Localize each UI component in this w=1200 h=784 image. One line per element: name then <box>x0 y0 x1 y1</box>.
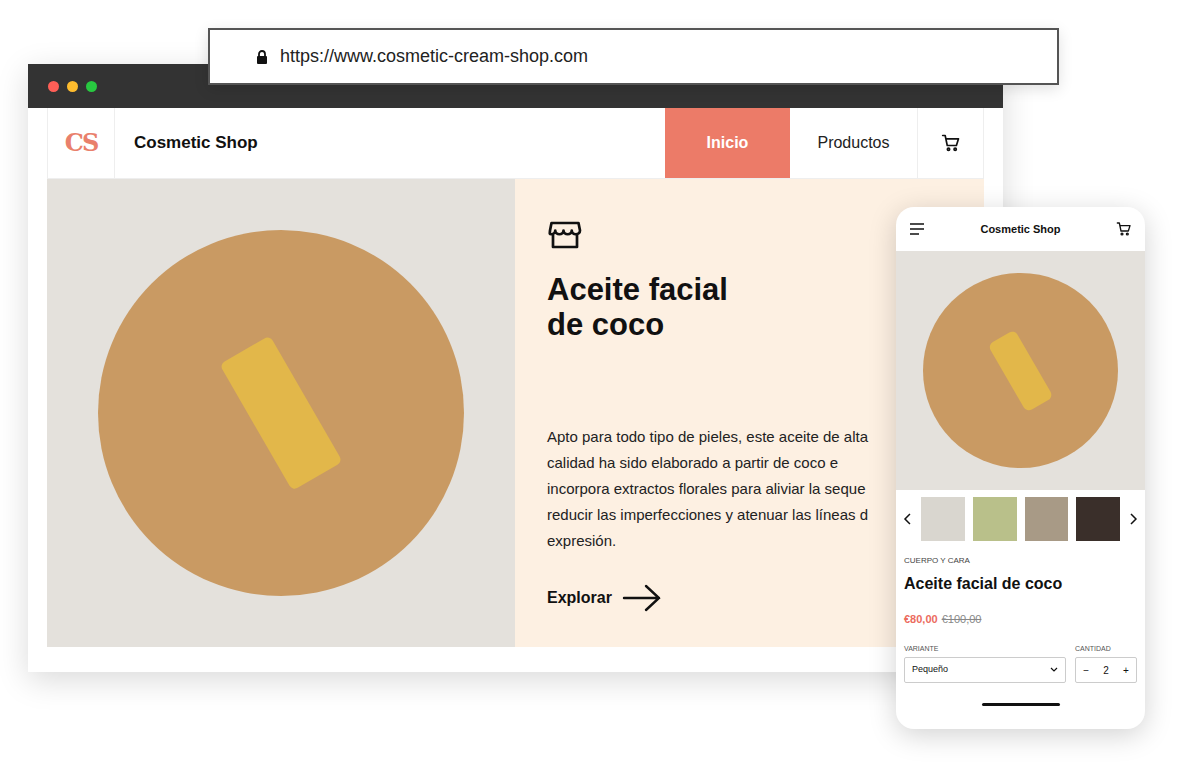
page: CSCosmetic Shop InicioProductosAceite fac… <box>28 108 1003 672</box>
cart-icon[interactable] <box>1116 221 1132 237</box>
hero-image <box>47 179 515 647</box>
menu-icon[interactable] <box>909 223 925 235</box>
price: €80,00 <box>904 611 938 628</box>
product-category: CUERPO Y CARA <box>904 555 1137 567</box>
url-text: https://www.cosmetic-cream-shop.com <box>280 43 588 70</box>
brand-name[interactable]: Cosmetic Shop <box>115 108 258 178</box>
thumbnail[interactable] <box>973 497 1017 541</box>
thumbnail[interactable] <box>921 497 965 541</box>
chevron-down-icon <box>1050 667 1058 673</box>
chevron-left-icon[interactable] <box>903 513 913 525</box>
old-price: €100,00 <box>942 611 982 628</box>
thumbnail[interactable] <box>1076 497 1120 541</box>
traffic-light[interactable] <box>67 81 78 92</box>
product-title: Aceite facial de coco <box>904 572 1137 596</box>
traffic-light[interactable] <box>48 81 59 92</box>
nav-item[interactable]: Inicio <box>665 108 790 178</box>
hero: Aceite facialde cocoApto para todo tipo … <box>47 179 984 647</box>
variant-select[interactable]: Pequeño <box>904 657 1066 683</box>
nav-item[interactable]: Productos <box>790 108 918 178</box>
lock-icon <box>256 50 268 64</box>
url-bar[interactable]: https://www.cosmetic-cream-shop.com <box>208 28 1059 85</box>
logo[interactable]: CS <box>47 108 115 178</box>
quantity-value[interactable]: 2 <box>1103 663 1109 678</box>
increment-button[interactable]: + <box>1123 663 1129 678</box>
arrow-right-icon <box>622 584 662 612</box>
phone: Cosmetic Shop CUERPO Y CARA Aceite facial … <box>896 207 1145 729</box>
traffic-light[interactable] <box>86 81 97 92</box>
cart-button[interactable] <box>918 108 984 178</box>
variant-label: VARIANTE <box>904 644 1066 655</box>
cart-icon[interactable] <box>941 133 961 153</box>
quantity-label: CANTIDAD <box>1075 644 1137 655</box>
quantity-stepper: −2 + <box>1075 657 1137 683</box>
chevron-right-icon[interactable] <box>1128 513 1138 525</box>
home-indicator <box>982 703 1060 706</box>
store-icon <box>547 217 583 253</box>
app: CSCosmetic ShopInicioProductosAceite fac… <box>0 0 1200 784</box>
decrement-button[interactable]: − <box>1083 663 1089 678</box>
nav-bar: CSCosmetic Shop InicioProductos <box>47 108 984 179</box>
thumbnail[interactable] <box>1025 497 1069 541</box>
browser-window: CSCosmetic Shop InicioProductosAceite fac… <box>28 64 1003 672</box>
thumbnail-strip <box>896 490 1145 548</box>
phone-brand: Cosmetic Shop <box>980 221 1060 238</box>
product-image <box>896 251 1145 490</box>
phone-header: Cosmetic Shop <box>896 207 1145 251</box>
